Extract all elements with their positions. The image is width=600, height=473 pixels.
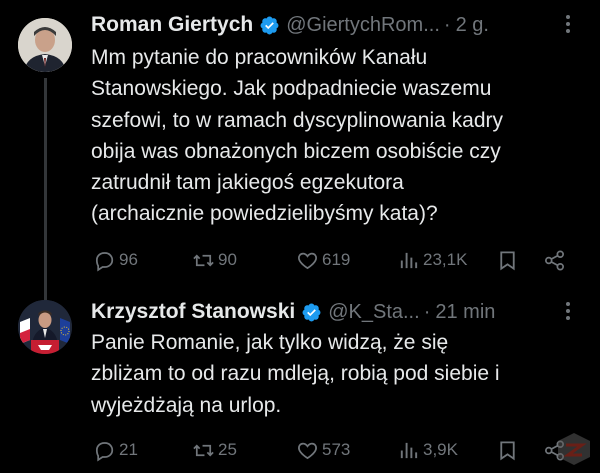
- more-options-icon[interactable]: [558, 14, 578, 34]
- bookmark-button[interactable]: [496, 247, 522, 273]
- bookmark-button[interactable]: [496, 437, 522, 463]
- tweet-text-line: zatrudnił tam jakiegoś egzekutora: [91, 171, 404, 195]
- heart-icon: [298, 252, 317, 269]
- author-name[interactable]: Roman Giertych: [91, 13, 253, 37]
- retweet-button[interactable]: 25: [192, 437, 237, 463]
- retweet-icon: [193, 443, 214, 457]
- tweet-text: Mm pytanie do pracowników Kanału Stanows…: [91, 42, 581, 230]
- reply-button[interactable]: 21: [93, 437, 138, 463]
- share-button[interactable]: [543, 247, 569, 273]
- tweet-text-line: obija was obnażonych biczem osobiście cz…: [91, 139, 501, 163]
- tweet-text: Panie Romanie, jak tylko widzą, że się z…: [91, 327, 581, 421]
- tweet-header: Roman Giertych @GiertychRom... · 2 g.: [91, 10, 489, 40]
- reply-icon: [95, 251, 114, 271]
- reply-count: 21: [119, 440, 138, 459]
- author-handle[interactable]: @K_Sta...: [328, 301, 419, 324]
- tweet-text-line: zbliżam to od razu mdleją, robią pod sie…: [91, 362, 500, 386]
- bookmark-icon: [500, 250, 515, 270]
- like-button[interactable]: 619: [296, 247, 350, 273]
- timestamp[interactable]: 21 min: [435, 301, 495, 324]
- tweet-text-line: Panie Romanie, jak tylko widzą, że się: [91, 331, 449, 354]
- views-count: 23,1K: [423, 250, 468, 269]
- separator-dot: ·: [423, 300, 431, 323]
- tweet-text-line: Stanowskiego. Jak podpadniecie waszemu: [91, 77, 492, 101]
- more-options-icon[interactable]: [558, 301, 578, 321]
- author-handle[interactable]: @GiertychRom...: [286, 14, 440, 37]
- reply-count: 96: [119, 250, 138, 269]
- like-count: 573: [322, 440, 351, 459]
- reply-icon: [95, 441, 114, 461]
- views-button[interactable]: 3,9K: [397, 437, 458, 463]
- views-icon: [400, 442, 418, 458]
- avatar-photo: [18, 300, 72, 354]
- retweet-icon: [193, 253, 214, 267]
- reply-button[interactable]: 96: [93, 247, 138, 273]
- avatar-photo: [18, 18, 72, 72]
- watermark-logo-icon: [558, 433, 590, 465]
- views-count: 3,9K: [423, 440, 458, 459]
- views-button[interactable]: 23,1K: [397, 247, 467, 273]
- tweet-giertych[interactable]: Roman Giertych @GiertychRom... · 2 g. Mm…: [0, 0, 600, 304]
- timestamp[interactable]: 2 g.: [456, 14, 489, 37]
- like-button[interactable]: 573: [296, 437, 350, 463]
- share-icon: [545, 250, 564, 270]
- tweet-text-line: Mm pytanie do pracowników Kanału: [91, 46, 428, 69]
- retweet-count: 25: [218, 440, 237, 459]
- author-name[interactable]: Krzysztof Stanowski: [91, 300, 295, 324]
- tweet-actions: 21 25 573 3,9K: [93, 437, 578, 463]
- tweet-text-line: wyjeżdżają na urlop.: [91, 393, 282, 417]
- verified-badge-icon: [260, 16, 279, 34]
- tweet-text-line: (archaicznie powiedzielibyśmy kata)?: [91, 202, 438, 226]
- avatar[interactable]: [18, 18, 72, 72]
- avatar[interactable]: [18, 300, 72, 354]
- separator-dot: ·: [443, 13, 451, 36]
- retweet-count: 90: [218, 250, 237, 269]
- bookmark-icon: [500, 440, 515, 460]
- tweet-header: Krzysztof Stanowski @K_Sta... · 21 min: [91, 297, 495, 327]
- thread-connector-line: [44, 78, 47, 304]
- tweet-text-line: szefowi, to w ramach dyscyplinowania kad…: [91, 108, 504, 132]
- heart-icon: [298, 442, 317, 459]
- retweet-button[interactable]: 90: [192, 247, 237, 273]
- views-icon: [400, 252, 418, 268]
- tweet-actions: 96 90 619 23,1K: [93, 247, 578, 273]
- like-count: 619: [322, 250, 351, 269]
- verified-badge-icon: [302, 303, 321, 321]
